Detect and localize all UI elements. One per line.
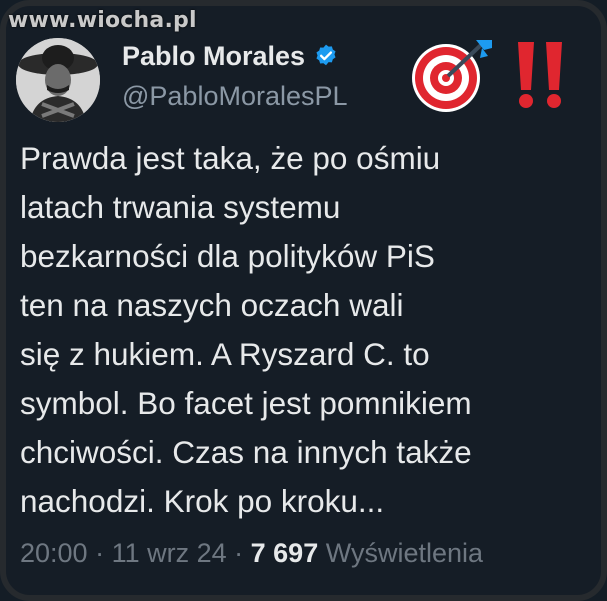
views-count[interactable]: 7 697	[251, 538, 319, 568]
tweet-text: Prawda jest taka, że po ośmiu latach trw…	[20, 140, 472, 519]
author-display-name[interactable]: Pablo Morales	[122, 40, 305, 72]
tweet-time[interactable]: 20:00	[20, 538, 88, 568]
tweet-date[interactable]: 11 wrz 24	[112, 538, 227, 568]
site-watermark: www.wiocha.pl	[8, 8, 197, 33]
avatar-photo	[16, 38, 100, 122]
verified-badge-icon	[316, 44, 336, 66]
author-name-row: Pablo Morales	[122, 40, 348, 72]
author-block: Pablo Morales @PabloMoralesPL	[122, 40, 348, 112]
screenshot-frame: www.wiocha.pl Pablo Morales @PabloMorale…	[0, 0, 607, 601]
meta-separator: ·	[87, 538, 112, 568]
author-handle[interactable]: @PabloMoralesPL	[122, 80, 348, 112]
double-exclamation-icon	[518, 42, 562, 108]
avatar[interactable]	[16, 38, 100, 122]
meta-separator: ·	[226, 538, 251, 568]
views-label: Wyświetlenia	[318, 538, 484, 568]
direct-hit-target-icon	[412, 40, 492, 112]
tweet-meta: 20:00 · 11 wrz 24 · 7 697 Wyświetlenia	[20, 538, 483, 569]
